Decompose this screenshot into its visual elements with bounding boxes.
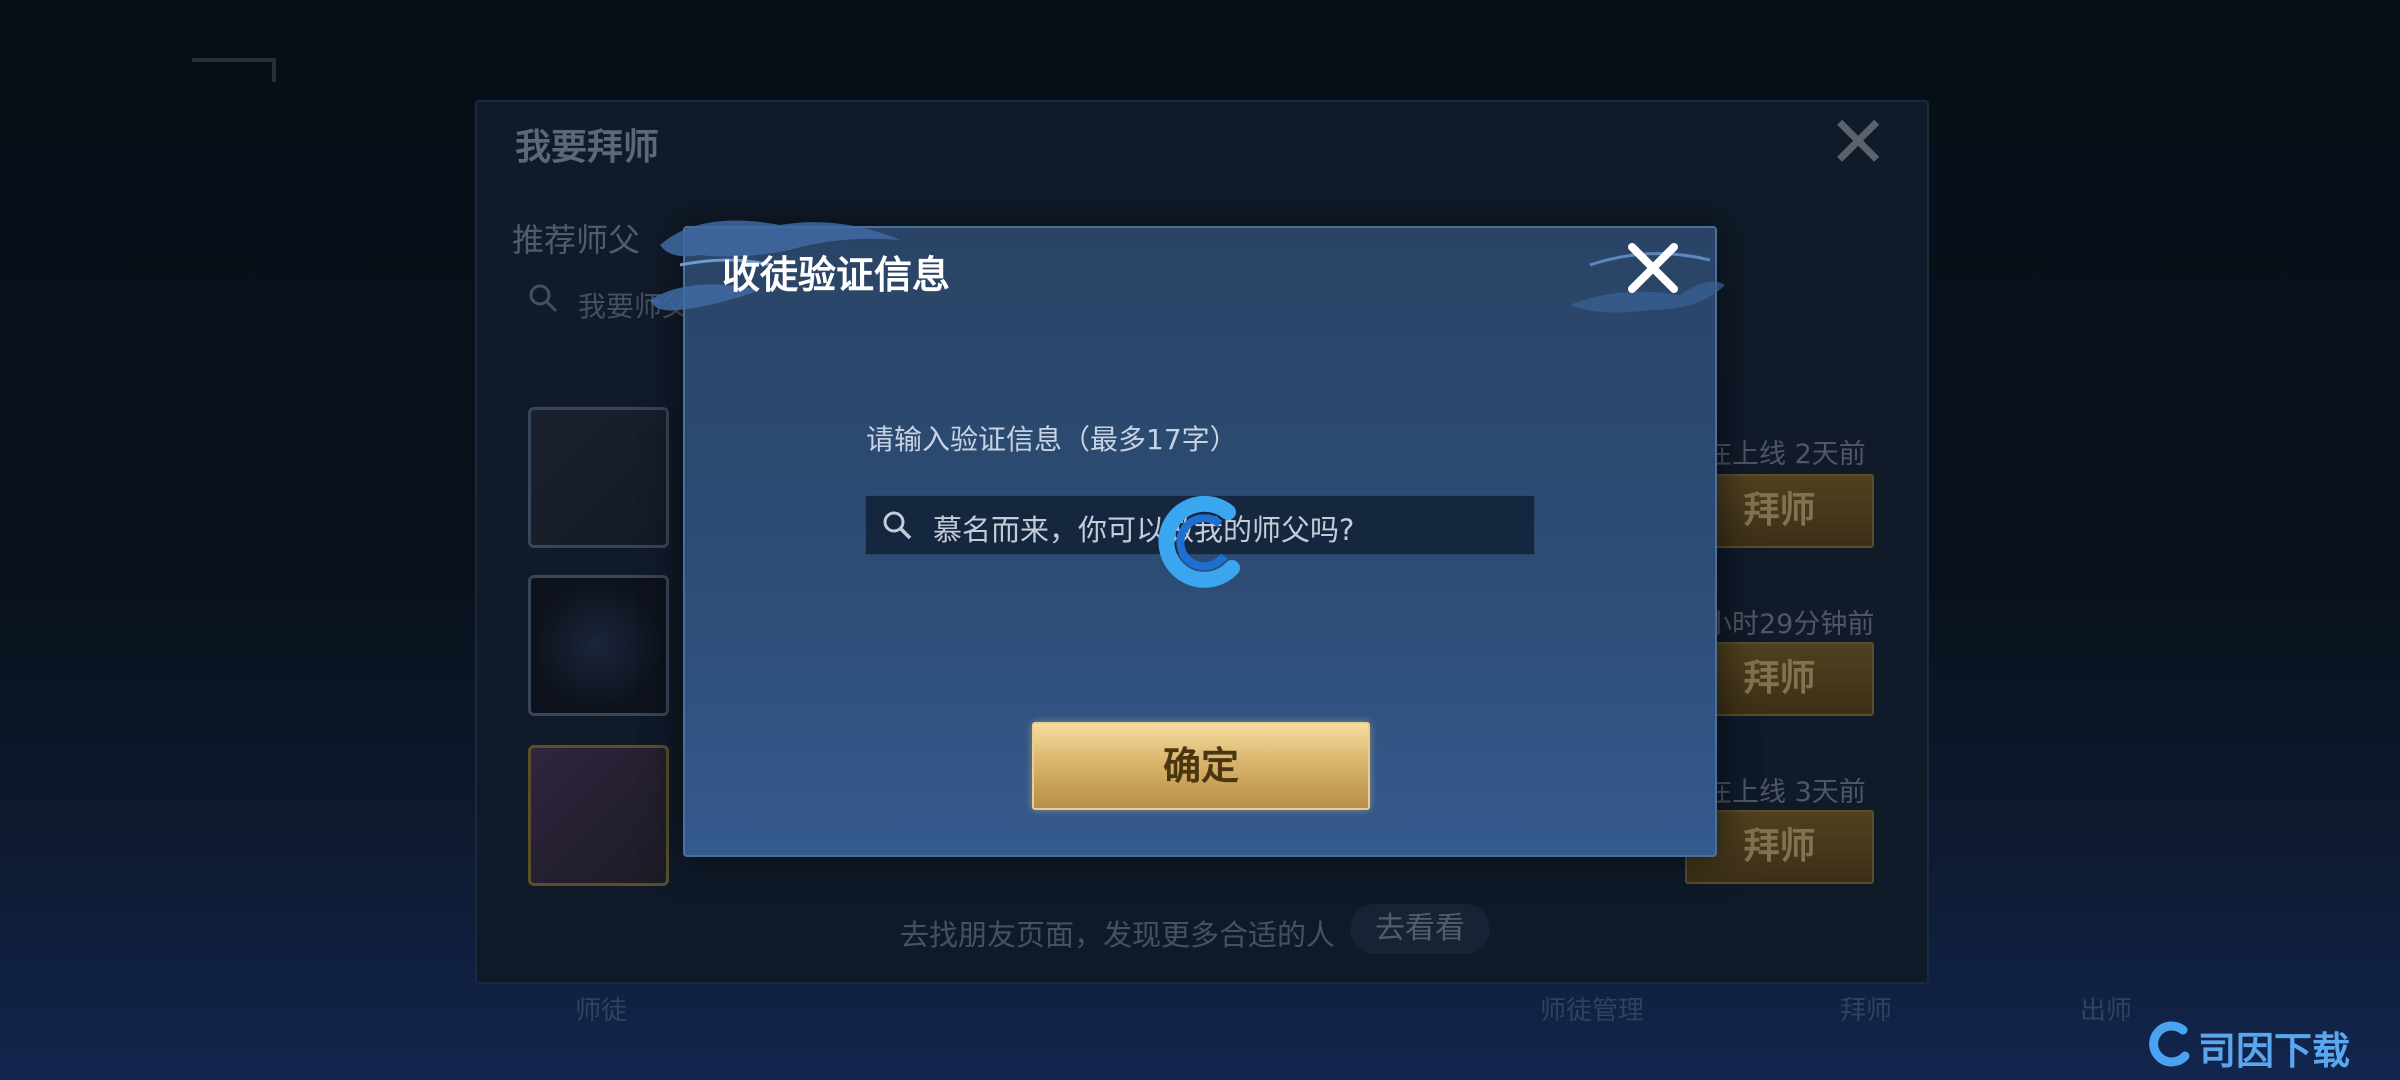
watermark-logo-icon [2149,1021,2190,1067]
verification-prompt: 请输入验证信息（最多17字） [866,423,1238,456]
loading-spinner-icon [1158,495,1240,588]
dialog-title: 收徒验证信息 [722,253,951,297]
close-icon[interactable] [1622,237,1684,299]
watermark-text: 司因下载 [2198,1029,2351,1073]
confirm-button[interactable]: 确定 [1032,722,1370,810]
verification-input-value[interactable]: 慕名而来，你可以做我的师父吗? [933,507,1354,549]
search-icon [883,511,912,540]
